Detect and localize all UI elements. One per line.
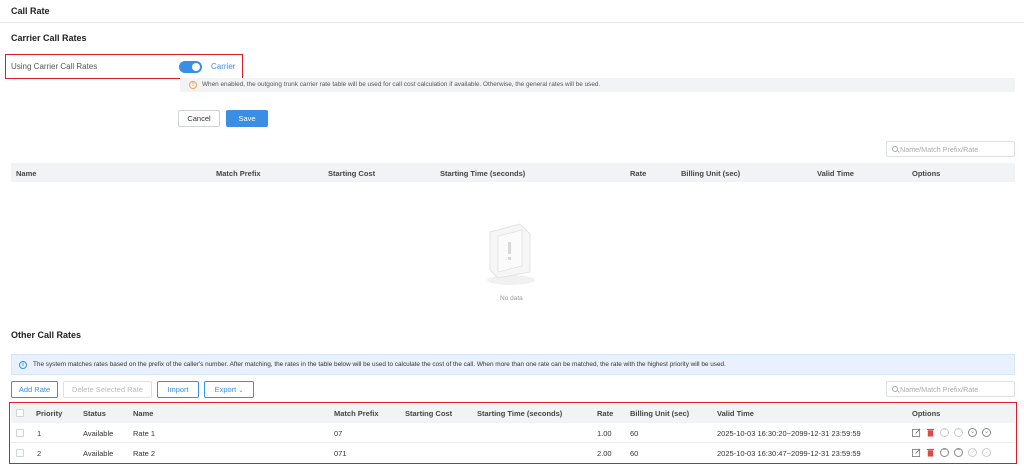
import-button[interactable]: Import: [157, 381, 199, 398]
other-table-highlight: [9, 402, 1017, 464]
export-button[interactable]: Export ⌄: [204, 381, 254, 398]
save-button[interactable]: Save: [226, 110, 268, 127]
search-icon: [892, 146, 898, 152]
search-icon: [892, 386, 898, 392]
col-name: Name: [16, 169, 37, 178]
other-section-title: Other Call Rates: [11, 330, 82, 340]
col-options: Options: [912, 169, 941, 178]
chevron-down-icon: ⌄: [238, 388, 244, 394]
empty-data-icon: [487, 223, 535, 285]
carrier-toggle-value: Carrier: [211, 62, 236, 71]
col-billing-unit: Billing Unit (sec): [681, 169, 741, 178]
cancel-button[interactable]: Cancel: [178, 110, 220, 127]
search-placeholder: Name/Match Prefix/Rate: [900, 385, 979, 394]
col-valid-time: Valid Time: [817, 169, 854, 178]
carrier-section-title: Carrier Call Rates: [11, 33, 87, 43]
export-label: Export: [214, 385, 237, 394]
toggle-knob: [192, 63, 200, 71]
col-rate: Rate: [630, 169, 647, 178]
carrier-rate-toggle[interactable]: [179, 61, 202, 73]
empty-text: No data: [500, 295, 523, 302]
title-divider: [0, 22, 1024, 23]
col-match-prefix: Match Prefix: [216, 169, 261, 178]
col-starting-cost: Starting Cost: [328, 169, 376, 178]
col-starting-time: Starting Time (seconds): [440, 169, 526, 178]
carrier-hint-text: When enabled, the outgoing trunk carrier…: [202, 81, 601, 88]
add-rate-button[interactable]: Add Rate: [11, 381, 58, 398]
info-icon: i: [19, 361, 27, 369]
other-search-input[interactable]: Name/Match Prefix/Rate: [886, 381, 1015, 397]
search-placeholder: Name/Match Prefix/Rate: [900, 145, 979, 154]
other-info-text: The system matches rates based on the pr…: [33, 361, 726, 368]
carrier-toggle-label: Using Carrier Call Rates: [11, 62, 98, 71]
carrier-search-input[interactable]: Name/Match Prefix/Rate: [886, 141, 1015, 157]
delete-selected-rate-button[interactable]: Delete Selected Rate: [63, 381, 152, 398]
warning-icon: !: [189, 81, 197, 89]
page-title: Call Rate: [11, 6, 50, 16]
